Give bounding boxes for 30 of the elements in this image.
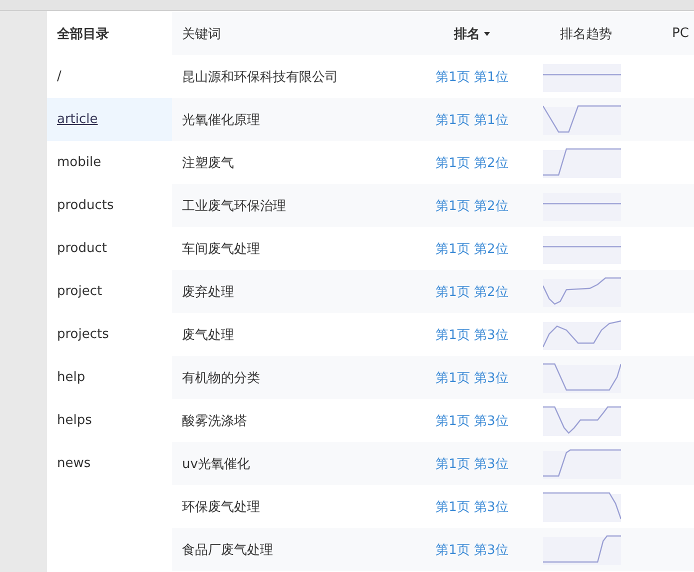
rank-link[interactable]: 第1页 第2位: [422, 196, 522, 214]
column-header: 关键词: [181, 26, 222, 42]
rank-link[interactable]: 第1页 第1位: [422, 68, 522, 86]
keyword-cell-text: 有机物的分类: [181, 370, 261, 386]
rank-link[interactable]: 第1页 第2位: [422, 282, 522, 300]
keyword-cell-text: 注塑废气: [181, 154, 235, 172]
column-header: PC: [671, 26, 690, 41]
keyword-cell-text: 环保废气处理: [181, 498, 261, 516]
keyword-cell-text: 昆山源和环保科技有限公司: [181, 68, 339, 86]
rank-link[interactable]: 第1页 第3位: [422, 368, 522, 386]
rank-link[interactable]: 第1页 第3位: [422, 454, 522, 472]
rank-link[interactable]: 第1页 第3位: [422, 412, 522, 430]
keyword-cell-text: 酸雾洗涤塔: [181, 412, 248, 430]
keyword-cell-text: 工业废气环保治理: [181, 198, 287, 214]
rank-link[interactable]: 第1页 第3位: [422, 540, 522, 558]
keyword-cell-text: 车间废气处理: [181, 240, 261, 258]
rank-link[interactable]: 第1页 第1位: [422, 110, 522, 128]
keyword-cell-text: 废弃处理: [181, 284, 235, 300]
keyword-cell-text: 废气处理: [181, 326, 235, 344]
sidebar-title: 全部目录: [56, 26, 110, 44]
rank-link[interactable]: 第1页 第3位: [422, 326, 522, 344]
rank-link[interactable]: 第1页 第2位: [422, 154, 522, 172]
sidebar-item[interactable]: article: [47, 98, 172, 141]
rank-link[interactable]: 第1页 第2位: [422, 240, 522, 258]
keyword-cell-text: 食品厂废气处理: [181, 542, 274, 558]
column-header: 排名趋势: [559, 26, 613, 42]
keyword-cell-text: 光氧催化原理: [181, 112, 261, 128]
rank-link[interactable]: 第1页 第3位: [422, 498, 522, 516]
sort-header[interactable]: 排名: [422, 24, 522, 42]
keyword-cell-text: uv光氧催化: [181, 456, 251, 472]
